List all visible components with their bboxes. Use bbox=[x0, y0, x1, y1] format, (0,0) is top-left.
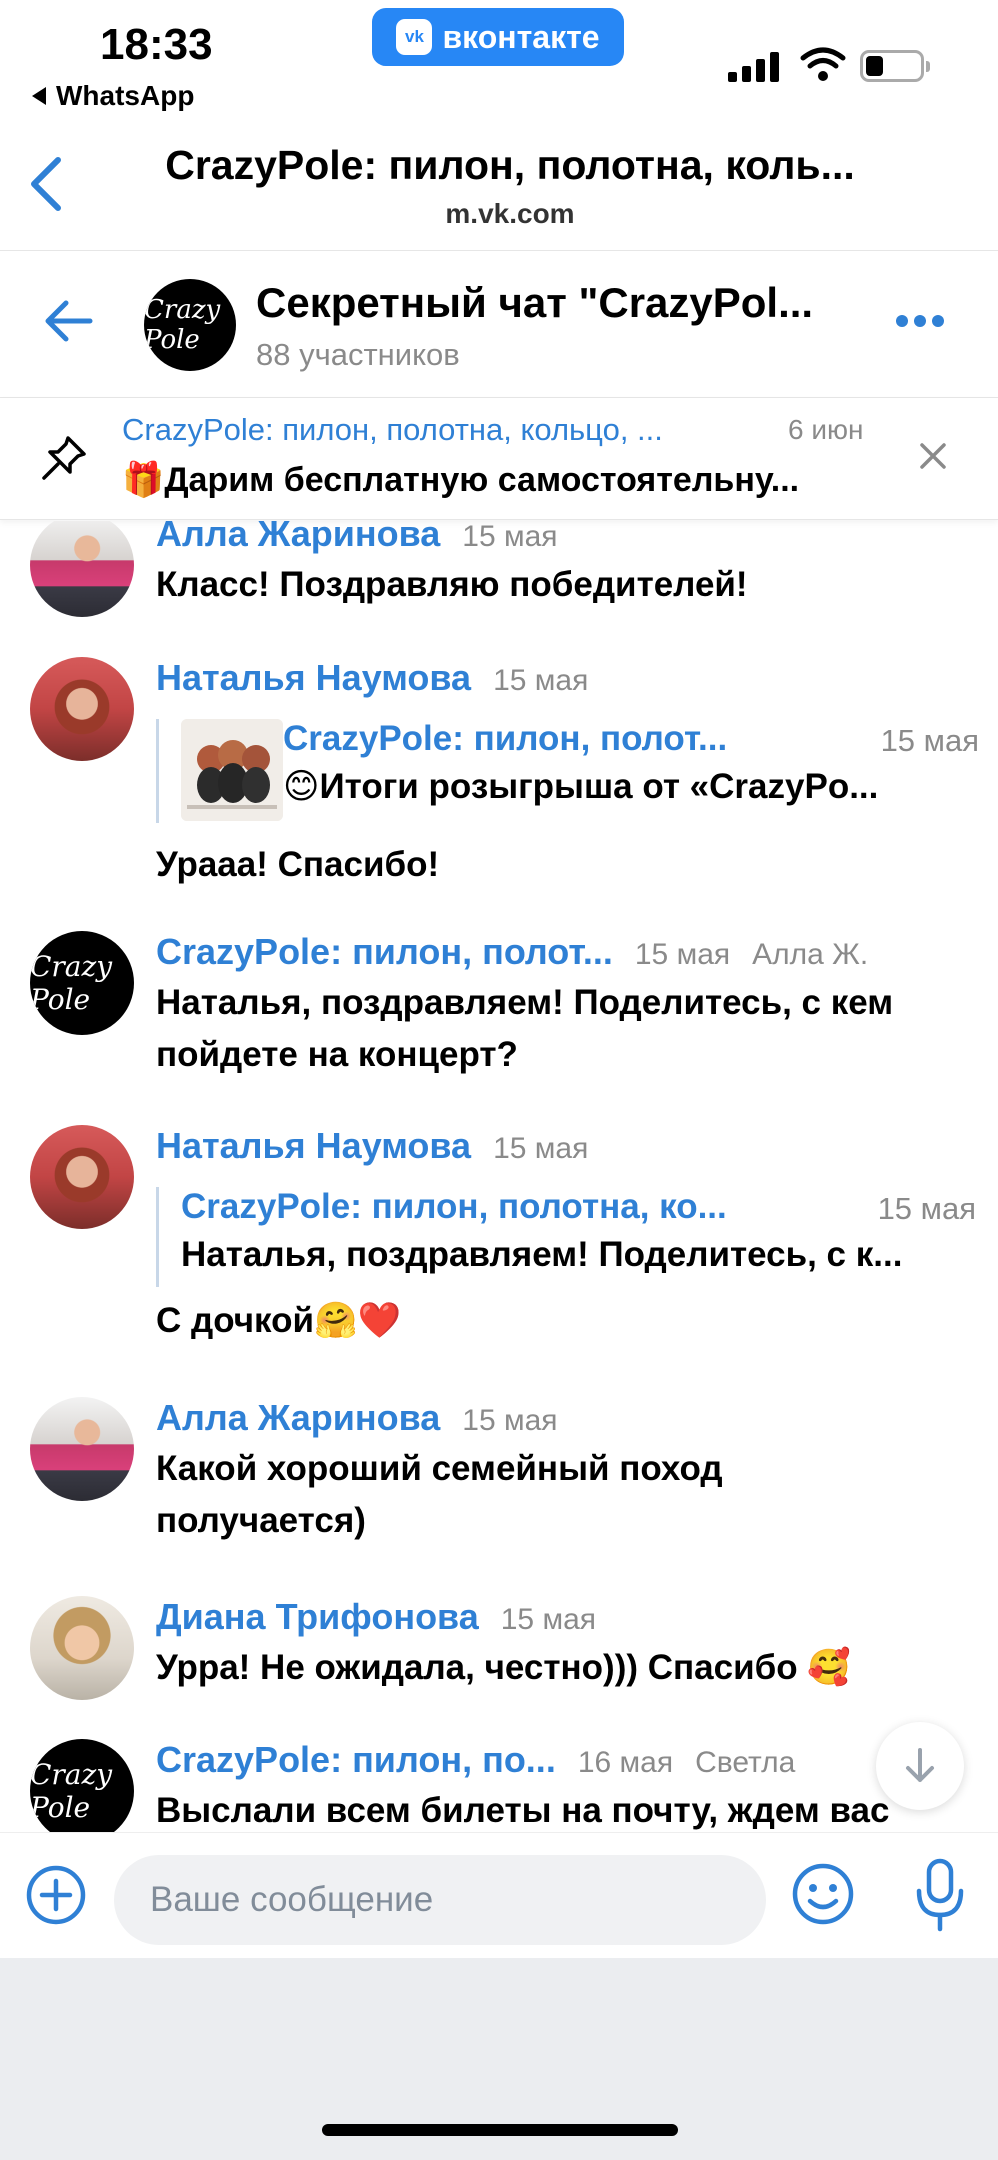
message-date: 15 мая bbox=[462, 1404, 558, 1437]
back-app-label: WhatsApp bbox=[56, 80, 195, 111]
battery-icon bbox=[860, 50, 930, 82]
message-date: 15 мая bbox=[493, 664, 589, 697]
signal-icon bbox=[728, 50, 779, 82]
scroll-down-button[interactable] bbox=[876, 1722, 964, 1810]
avatar[interactable]: Crazy Pole bbox=[30, 931, 134, 1035]
message-reply-to: Светла bbox=[695, 1746, 796, 1779]
message-date: 15 мая bbox=[462, 521, 558, 553]
status-bar: 18:33 WhatsApp vk вконтакте bbox=[0, 0, 998, 120]
browser-page-title: CrazyPole: пилон, полотна, коль... bbox=[165, 142, 855, 188]
message-text-line: Какой хороший семейный поход bbox=[156, 1449, 723, 1488]
avatar[interactable] bbox=[30, 521, 134, 617]
reply-thumbnail bbox=[181, 719, 283, 821]
chat-title[interactable]: Секретный чат "CrazyPol... bbox=[256, 279, 813, 327]
message-date: 15 мая bbox=[493, 1132, 589, 1165]
status-time: 18:33 bbox=[100, 20, 213, 69]
back-triangle-icon bbox=[32, 87, 46, 105]
message-author[interactable]: CrazyPole: пилон, полот... bbox=[156, 931, 613, 972]
vk-pill-label: вконтакте bbox=[442, 18, 600, 55]
message-item[interactable]: Наталья Наумова 15 мая CrazyPole: пилон, … bbox=[0, 1125, 998, 1355]
reply-text: 😊Итоги розыгрыша от «CrazyPo... bbox=[283, 767, 879, 806]
reply-author: CrazyPole: пилон, полотна, ко... bbox=[181, 1187, 727, 1226]
message-author[interactable]: Наталья Наумова bbox=[156, 657, 471, 698]
avatar[interactable] bbox=[30, 1125, 134, 1229]
message-date: 15 мая bbox=[500, 1603, 596, 1636]
message-input[interactable] bbox=[114, 1855, 766, 1945]
reply-date: 15 мая bbox=[877, 1191, 976, 1226]
reply-text: Наталья, поздравляем! Поделитесь, с к... bbox=[181, 1235, 903, 1274]
message-composer bbox=[0, 1832, 998, 1958]
reply-date: 15 мая bbox=[880, 723, 979, 758]
message-item[interactable]: Crazy Pole CrazyPole: пилон, по... 16 мая… bbox=[0, 1739, 998, 1832]
message-text: Выслали всем билеты на почту, ждем вас bbox=[156, 1791, 890, 1830]
vk-logo-icon: vk bbox=[396, 19, 433, 55]
home-indicator[interactable] bbox=[322, 2124, 678, 2136]
message-list[interactable]: Алла Жаринова 15 мая Класс! Поздравляю по… bbox=[0, 521, 998, 1832]
chat-header: Crazy Pole Секретный чат "CrazyPol... 88… bbox=[0, 250, 998, 398]
vk-app-pill[interactable]: vk вконтакте bbox=[372, 8, 624, 66]
message-text-line: Наталья, поздравляем! Поделитесь, с кем bbox=[156, 983, 894, 1022]
pinned-message[interactable]: CrazyPole: пилон, полотна, кольцо, ... 6… bbox=[0, 398, 998, 520]
pin-icon bbox=[42, 436, 86, 480]
message-date: 15 мая bbox=[634, 938, 731, 971]
message-author[interactable]: Диана Трифонова bbox=[156, 1596, 479, 1637]
reply-author: CrazyPole: пилон, полот... bbox=[283, 719, 728, 758]
chat-avatar[interactable]: Crazy Pole bbox=[144, 279, 236, 371]
message-text: С дочкой🤗❤️ bbox=[156, 1301, 402, 1340]
message-item[interactable]: Алла Жаринова 15 мая Класс! Поздравляю по… bbox=[0, 521, 998, 633]
pinned-author: CrazyPole: пилон, полотна, кольцо, ... bbox=[122, 412, 663, 447]
browser-url[interactable]: m.vk.com bbox=[130, 198, 890, 230]
message-item[interactable]: Диана Трифонова 15 мая Урра! Не ожидала, … bbox=[0, 1596, 998, 1716]
mic-icon[interactable] bbox=[912, 1857, 968, 1935]
back-arrow-icon[interactable] bbox=[40, 293, 96, 358]
message-text: Урра! Не ожидала, честно))) Спасибо 🥰 bbox=[156, 1648, 851, 1687]
message-item[interactable]: Наталья Наумова 15 мая CrazyPole: пилон, … bbox=[0, 657, 998, 907]
message-author[interactable]: Алла Жаринова bbox=[156, 521, 440, 554]
chat-members-count: 88 участников bbox=[256, 337, 460, 372]
message-text: Наталья, поздравляем! Поделитесь, с кем … bbox=[156, 977, 976, 1081]
avatar[interactable] bbox=[30, 1397, 134, 1501]
avatar[interactable] bbox=[30, 1596, 134, 1700]
back-chevron-icon[interactable] bbox=[26, 154, 66, 224]
avatar[interactable]: Crazy Pole bbox=[30, 1739, 134, 1832]
message-text: Какой хороший семейный поход получается) bbox=[156, 1443, 976, 1547]
message-text-line: пойдете на концерт? bbox=[156, 1035, 518, 1074]
message-text-line: получается) bbox=[156, 1501, 366, 1540]
message-author[interactable]: Алла Жаринова bbox=[156, 1397, 440, 1438]
emoji-icon[interactable] bbox=[790, 1861, 856, 1927]
message-item[interactable]: Алла Жаринова 15 мая Какой хороший семейн… bbox=[0, 1397, 998, 1547]
reply-quote[interactable]: CrazyPole: пилон, полотна, ко... 15 мая … bbox=[156, 1187, 976, 1287]
message-text: Класс! Поздравляю победителей! bbox=[156, 565, 748, 604]
message-author[interactable]: CrazyPole: пилон, по... bbox=[156, 1739, 556, 1780]
message-author[interactable]: Наталья Наумова bbox=[156, 1125, 471, 1166]
back-to-app-link[interactable]: WhatsApp bbox=[32, 80, 194, 112]
reply-quote[interactable]: CrazyPole: пилон, полот... 15 мая 😊Итоги… bbox=[156, 719, 979, 823]
more-dots-icon[interactable] bbox=[896, 315, 944, 327]
message-text: Урааа! Спасибо! bbox=[156, 845, 440, 884]
message-item[interactable]: Crazy Pole CrazyPole: пилон, полот... 15 … bbox=[0, 931, 998, 1081]
avatar[interactable] bbox=[30, 657, 134, 761]
message-reply-to: Алла Ж. bbox=[752, 938, 869, 971]
pinned-date: 6 июн bbox=[788, 414, 864, 445]
browser-bar: CrazyPole: пилон, полотна, коль... m.vk.… bbox=[0, 120, 998, 250]
wifi-icon bbox=[800, 47, 846, 81]
scroll-down-icon bbox=[906, 1748, 934, 1782]
message-date: 16 мая bbox=[577, 1746, 674, 1779]
close-icon[interactable] bbox=[918, 436, 948, 478]
pinned-text: 🎁Дарим бесплатную самостоятельну... bbox=[122, 461, 800, 499]
add-icon[interactable] bbox=[24, 1863, 88, 1927]
